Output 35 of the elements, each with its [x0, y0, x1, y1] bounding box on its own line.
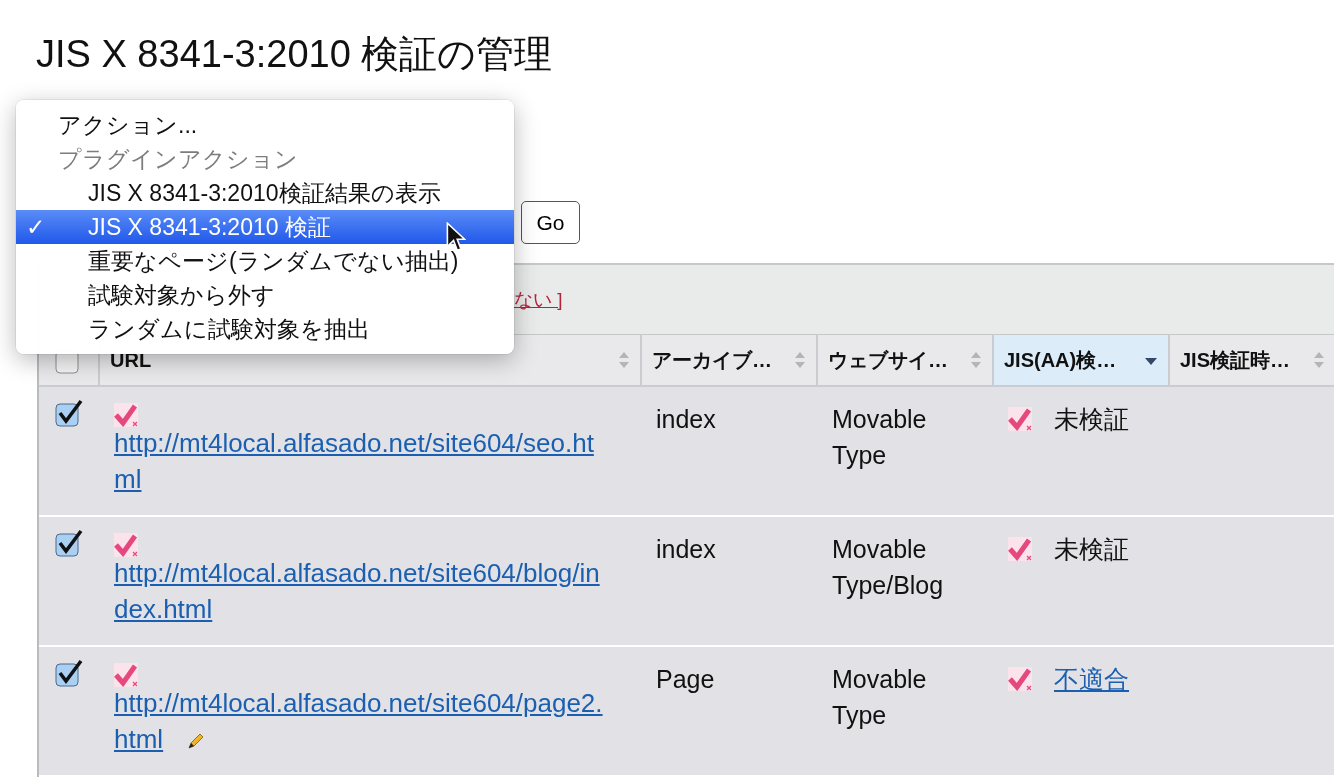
page-title: JIS X 8341-3:2010 検証の管理	[35, 32, 554, 76]
pencil-icon[interactable]	[186, 731, 206, 751]
archive-type: Page	[656, 665, 715, 693]
column-header[interactable]: JIS検証時…	[1169, 335, 1334, 386]
check-mark-icon	[1008, 667, 1032, 691]
website-name: Movable Type	[832, 665, 927, 729]
menu-group-label: プラグインアクション	[57, 145, 299, 174]
menu-item[interactable]: 重要なページ(ランダムでない抽出)	[16, 244, 514, 278]
check-mark-icon	[1008, 407, 1032, 431]
menu-item[interactable]: 試験対象から外す	[16, 278, 514, 312]
check-mark-icon	[114, 663, 138, 687]
column-header[interactable]: アーカイブ…	[641, 335, 817, 386]
menu-item[interactable]: アクション...	[16, 108, 514, 142]
go-button[interactable]: Go	[521, 201, 580, 244]
website-name: Movable Type	[832, 405, 927, 469]
menu-item[interactable]: ✓ JIS X 8341-3:2010 検証	[16, 210, 514, 244]
row-checkbox[interactable]	[55, 659, 83, 687]
website-name: Movable Type/Blog	[832, 535, 944, 599]
url-link[interactable]: http://mt4local.alfasado.net/site604/seo.html	[114, 425, 609, 497]
status-text: 未検証	[1054, 404, 1129, 435]
url-link[interactable]: http://mt4local.alfasado.net/site604/blog/index.html	[114, 555, 609, 627]
column-header[interactable]: ウェブサイ…	[817, 335, 993, 386]
status-link[interactable]: 不適合	[1054, 661, 1129, 697]
url-link[interactable]: http://mt4local.alfasado.net/site604/page2.html	[114, 685, 609, 757]
column-header[interactable]: JIS(AA)検…	[993, 335, 1169, 386]
status-text: 未検証	[1054, 534, 1129, 565]
row-checkbox[interactable]	[55, 399, 83, 427]
archive-type: index	[656, 405, 716, 433]
filter-link[interactable]: ない ]	[514, 289, 563, 310]
check-mark-icon	[114, 403, 138, 427]
check-mark-icon	[114, 533, 138, 557]
archive-type: index	[656, 535, 716, 563]
check-mark-icon	[1008, 537, 1032, 561]
menu-item[interactable]: JIS X 8341-3:2010検証結果の表示	[16, 176, 514, 210]
row-checkbox[interactable]	[55, 529, 83, 557]
